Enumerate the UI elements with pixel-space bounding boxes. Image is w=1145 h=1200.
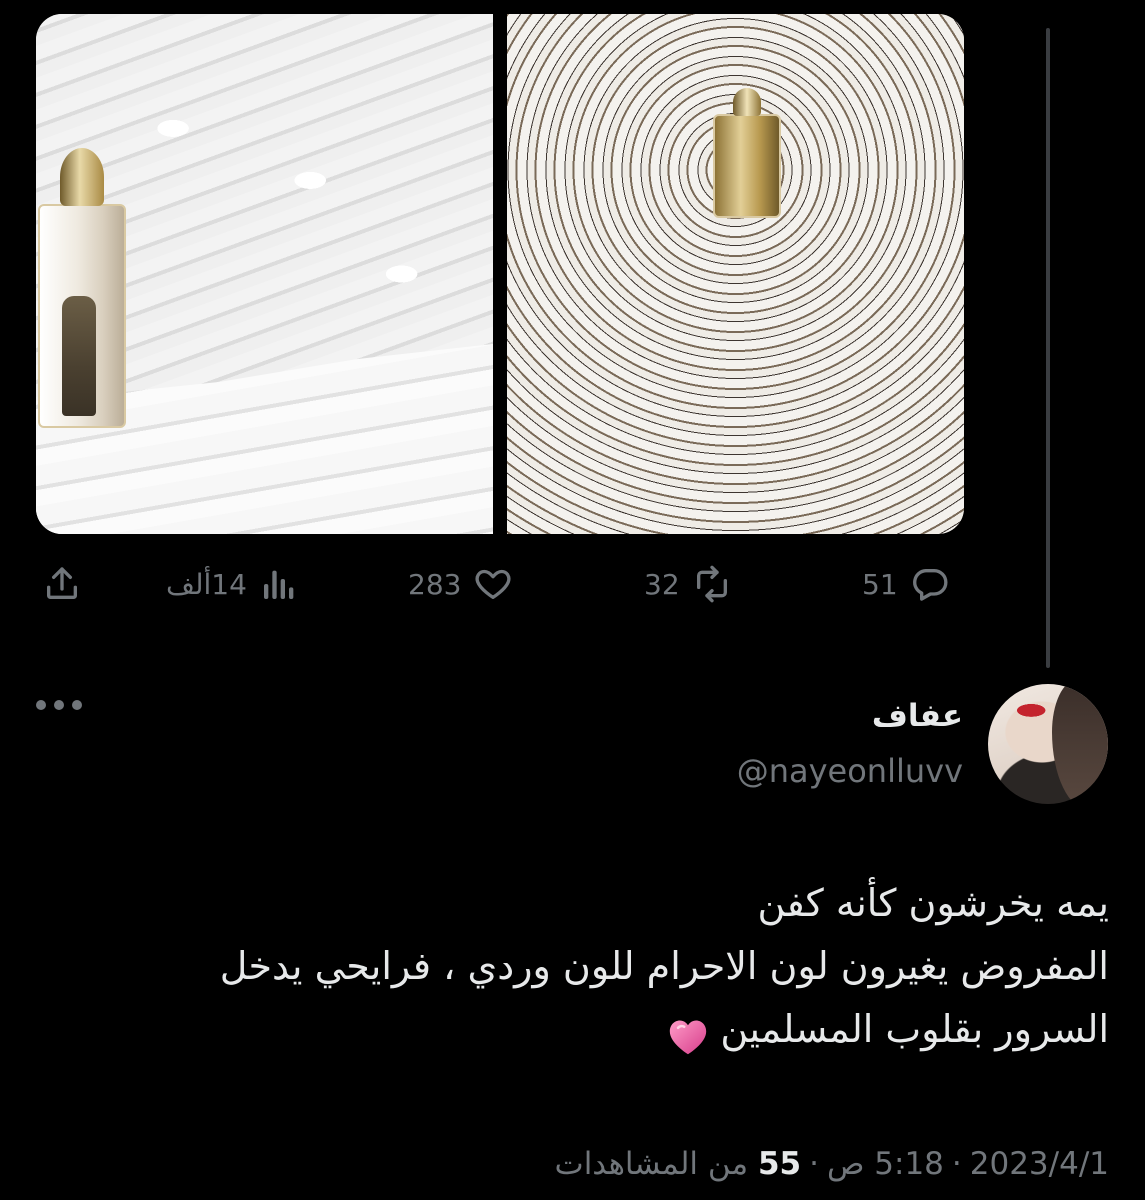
like-count: 283: [408, 567, 462, 601]
like-button[interactable]: 283: [408, 552, 513, 616]
tweet-time[interactable]: 5:18 ص: [827, 1146, 944, 1182]
views-label: من المشاهدات: [554, 1146, 749, 1182]
views-count-strong: 55: [757, 1146, 802, 1182]
more-options-button[interactable]: [36, 700, 82, 710]
tweet-action-bar: 14ألف 283 32 51: [0, 552, 1145, 616]
views-button[interactable]: 14ألف: [166, 552, 299, 616]
tweet-text-line: السرور بقلوب المسلمين: [720, 1007, 1109, 1051]
reply-count: 51: [862, 567, 898, 601]
more-icon: [36, 700, 46, 710]
share-button[interactable]: [42, 552, 82, 616]
tweet-text: يمه يخرشون كأنه كفن المفروض يغيرون لون ا…: [109, 872, 1109, 1061]
views-icon: [259, 564, 299, 604]
tweet-text-line-last: السرور بقلوب المسلمين: [109, 998, 1109, 1061]
maqam-structure: [713, 88, 781, 218]
tweet-date[interactable]: 2023/4/1: [970, 1146, 1109, 1182]
views-count: 14ألف: [166, 567, 247, 601]
retweet-count: 32: [644, 567, 680, 601]
reply-icon: [910, 564, 950, 604]
like-icon: [473, 564, 513, 604]
tweet-meta: 2023/4/1·5:18 ص·55 من المشاهدات: [554, 1146, 1109, 1182]
retweet-icon: [692, 564, 732, 604]
author-display-name[interactable]: عفاف: [872, 698, 963, 734]
heart-emoji-icon: [666, 1012, 710, 1054]
tweet-media-grid[interactable]: [36, 14, 964, 534]
media-image-right[interactable]: [507, 14, 964, 534]
author-handle[interactable]: @nayeonlluvv: [737, 752, 963, 790]
reply-button[interactable]: 51: [862, 552, 950, 616]
tweet-text-line: يمه يخرشون كأنه كفن: [757, 881, 1109, 925]
media-image-left[interactable]: [36, 14, 493, 534]
retweet-button[interactable]: 32: [644, 552, 732, 616]
share-icon: [42, 564, 82, 604]
tweet-text-line: المفروض يغيرون لون الاحرام للون وردي ، ف…: [219, 944, 1109, 988]
avatar[interactable]: [988, 684, 1108, 804]
maqam-structure: [38, 148, 126, 428]
